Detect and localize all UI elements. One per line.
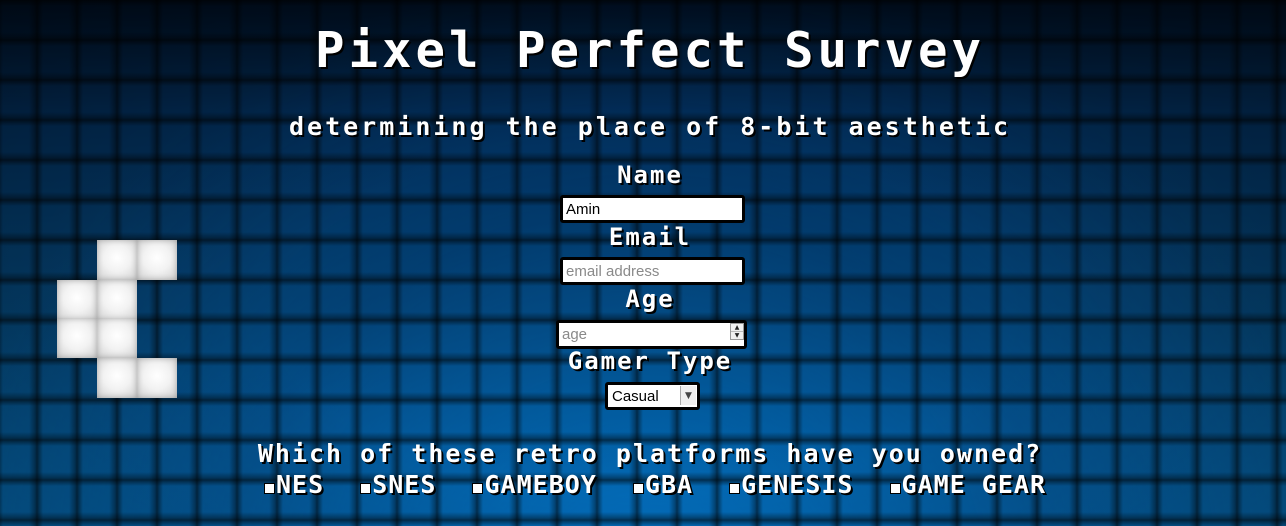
checkbox[interactable]: [729, 483, 741, 494]
name-input[interactable]: [560, 195, 745, 223]
platform-label: GBA: [644, 470, 694, 499]
platform-option-snes[interactable]: SNES: [360, 470, 436, 499]
email-input[interactable]: [560, 257, 745, 285]
checkbox[interactable]: [360, 483, 372, 494]
page-title: Pixel Perfect Survey: [314, 22, 985, 79]
checkbox[interactable]: [263, 483, 275, 494]
name-label: Name: [617, 161, 683, 189]
platform-option-nes[interactable]: NES: [263, 470, 325, 499]
platform-label: GENESIS: [741, 470, 854, 499]
gamer-type-select[interactable]: Casual ▼: [605, 382, 700, 410]
stepper-down-icon[interactable]: ▼: [731, 331, 743, 339]
platform-option-genesis[interactable]: GENESIS: [729, 470, 853, 499]
platform-option-gameboy[interactable]: GAMEBOY: [472, 470, 596, 499]
platform-option-gba[interactable]: GBA: [632, 470, 694, 499]
gamer-type-label: Gamer Type: [567, 347, 733, 375]
platform-label: GAMEBOY: [484, 470, 597, 499]
platform-option-game-gear[interactable]: GAME GEAR: [889, 470, 1047, 499]
chevron-down-icon[interactable]: ▼: [680, 386, 696, 405]
platform-label: SNES: [372, 470, 437, 499]
platform-label: NES: [275, 470, 325, 499]
gamer-type-selected: Casual: [612, 388, 659, 405]
platform-label: GAME GEAR: [901, 470, 1047, 499]
age-input[interactable]: [556, 320, 747, 349]
age-label: Age: [625, 285, 675, 313]
platforms-question: Which of these retro platforms have you …: [257, 439, 1043, 468]
stepper-up-icon[interactable]: ▲: [731, 324, 743, 331]
age-field-wrapper: ▲ ▼: [556, 320, 747, 349]
checkbox[interactable]: [472, 483, 484, 494]
checkbox[interactable]: [632, 483, 644, 494]
email-label: Email: [608, 223, 692, 251]
checkbox[interactable]: [889, 483, 901, 494]
age-stepper[interactable]: ▲ ▼: [730, 323, 744, 340]
page-subtitle: determining the place of 8-bit aesthetic: [288, 112, 1012, 141]
platforms-options: NES SNES GAMEBOY GBA GENESIS GAME GEAR: [0, 470, 1286, 500]
